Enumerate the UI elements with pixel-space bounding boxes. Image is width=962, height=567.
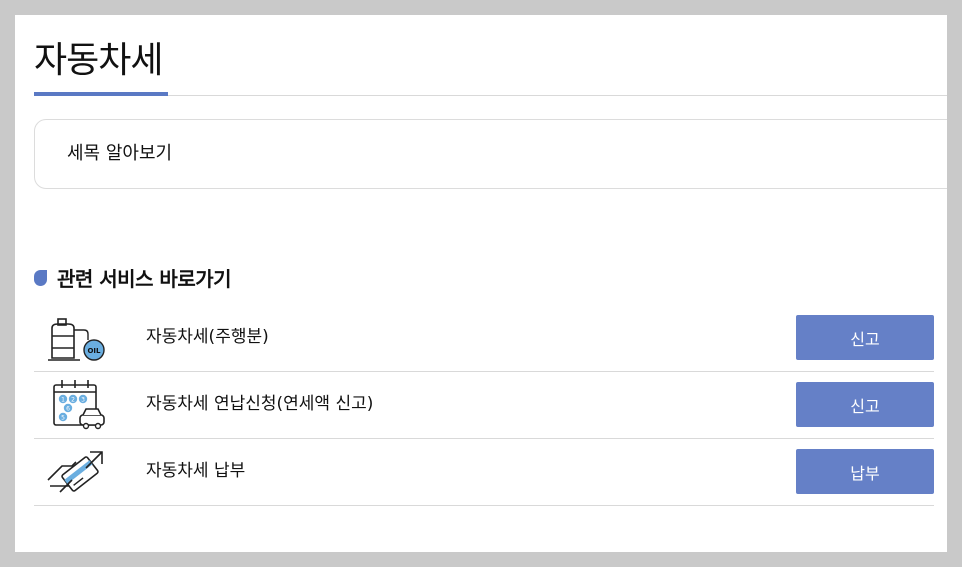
- calendar-number: 1: [61, 397, 65, 404]
- pay-button[interactable]: 납부: [796, 449, 934, 494]
- page-header: 자동차세: [34, 31, 947, 96]
- service-row-driving-tax: OIL 자동차세(주행분) 신고: [34, 305, 934, 372]
- service-row-annual-payment: 1 2 3 6 5 자동차세 연납신청(연세액 신고) 신고: [34, 372, 934, 439]
- oil-label: OIL: [87, 347, 101, 355]
- tax-info-card[interactable]: 세목 알아보기: [34, 119, 947, 189]
- section-marker-icon: [34, 269, 47, 286]
- tax-page-panel: 자동차세 세목 알아보기 관련 서비스 바로가기 OIL 자동차세(주행분) 신…: [15, 15, 947, 552]
- service-label: 자동차세 납부: [146, 461, 246, 481]
- calendar-number: 6: [66, 406, 70, 413]
- service-list: OIL 자동차세(주행분) 신고 1 2 3 6 5 자동차세 연납신청(연세액…: [34, 305, 934, 506]
- calendar-number: 2: [71, 397, 75, 404]
- related-services-title: 관련 서비스 바로가기: [57, 267, 232, 291]
- page-title: 자동차세: [34, 40, 163, 81]
- tax-info-label: 세목 알아보기: [67, 143, 173, 164]
- card-payment-icon: [46, 444, 108, 500]
- calendar-number: 5: [61, 415, 65, 422]
- report-button[interactable]: 신고: [796, 315, 934, 360]
- service-row-payment: 자동차세 납부 납부: [34, 439, 934, 506]
- report-button[interactable]: 신고: [796, 382, 934, 427]
- service-label: 자동차세 연납신청(연세액 신고): [146, 394, 374, 414]
- oil-tank-icon: OIL: [46, 310, 108, 366]
- related-services-header: 관련 서비스 바로가기: [34, 263, 232, 292]
- title-underline: [34, 92, 168, 96]
- service-label: 자동차세(주행분): [146, 327, 269, 347]
- calendar-car-icon: 1 2 3 6 5: [46, 377, 108, 433]
- calendar-number: 3: [81, 397, 85, 404]
